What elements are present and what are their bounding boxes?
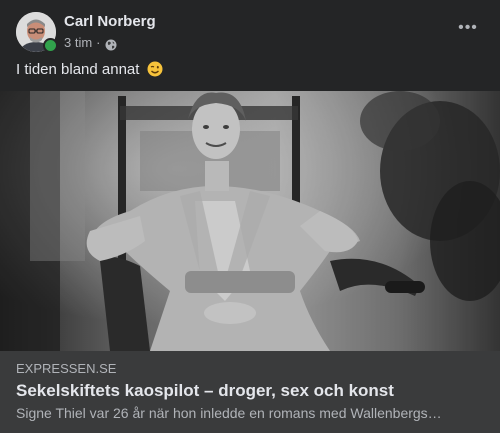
link-title[interactable]: Sekelskiftets kaospilot – droger, sex oc… — [16, 380, 394, 402]
globe-icon — [105, 38, 117, 50]
winking-face-emoji-icon — [147, 61, 163, 77]
caption-text: I tiden bland annat — [16, 61, 140, 78]
online-status-dot — [43, 38, 58, 53]
post-caption: I tiden bland annat — [16, 60, 163, 80]
post-header: Carl Norberg 3 tim · ••• — [16, 12, 484, 56]
link-description: Signe Thiel var 26 år när hon inledde en… — [16, 405, 442, 421]
link-preview[interactable]: EXPRESSEN.SE Sekelskiftets kaospilot – d… — [0, 351, 500, 433]
meta-separator: · — [96, 35, 101, 50]
post-meta: 3 tim · — [64, 34, 117, 52]
post-time[interactable]: 3 tim — [64, 34, 92, 52]
author-name[interactable]: Carl Norberg — [64, 12, 156, 32]
more-options-icon[interactable]: ••• — [452, 16, 484, 40]
link-domain: EXPRESSEN.SE — [16, 361, 117, 376]
author-avatar[interactable] — [16, 12, 58, 53]
link-preview-image[interactable] — [0, 91, 500, 351]
feed-post: Carl Norberg 3 tim · ••• I tiden bland a… — [0, 0, 500, 433]
